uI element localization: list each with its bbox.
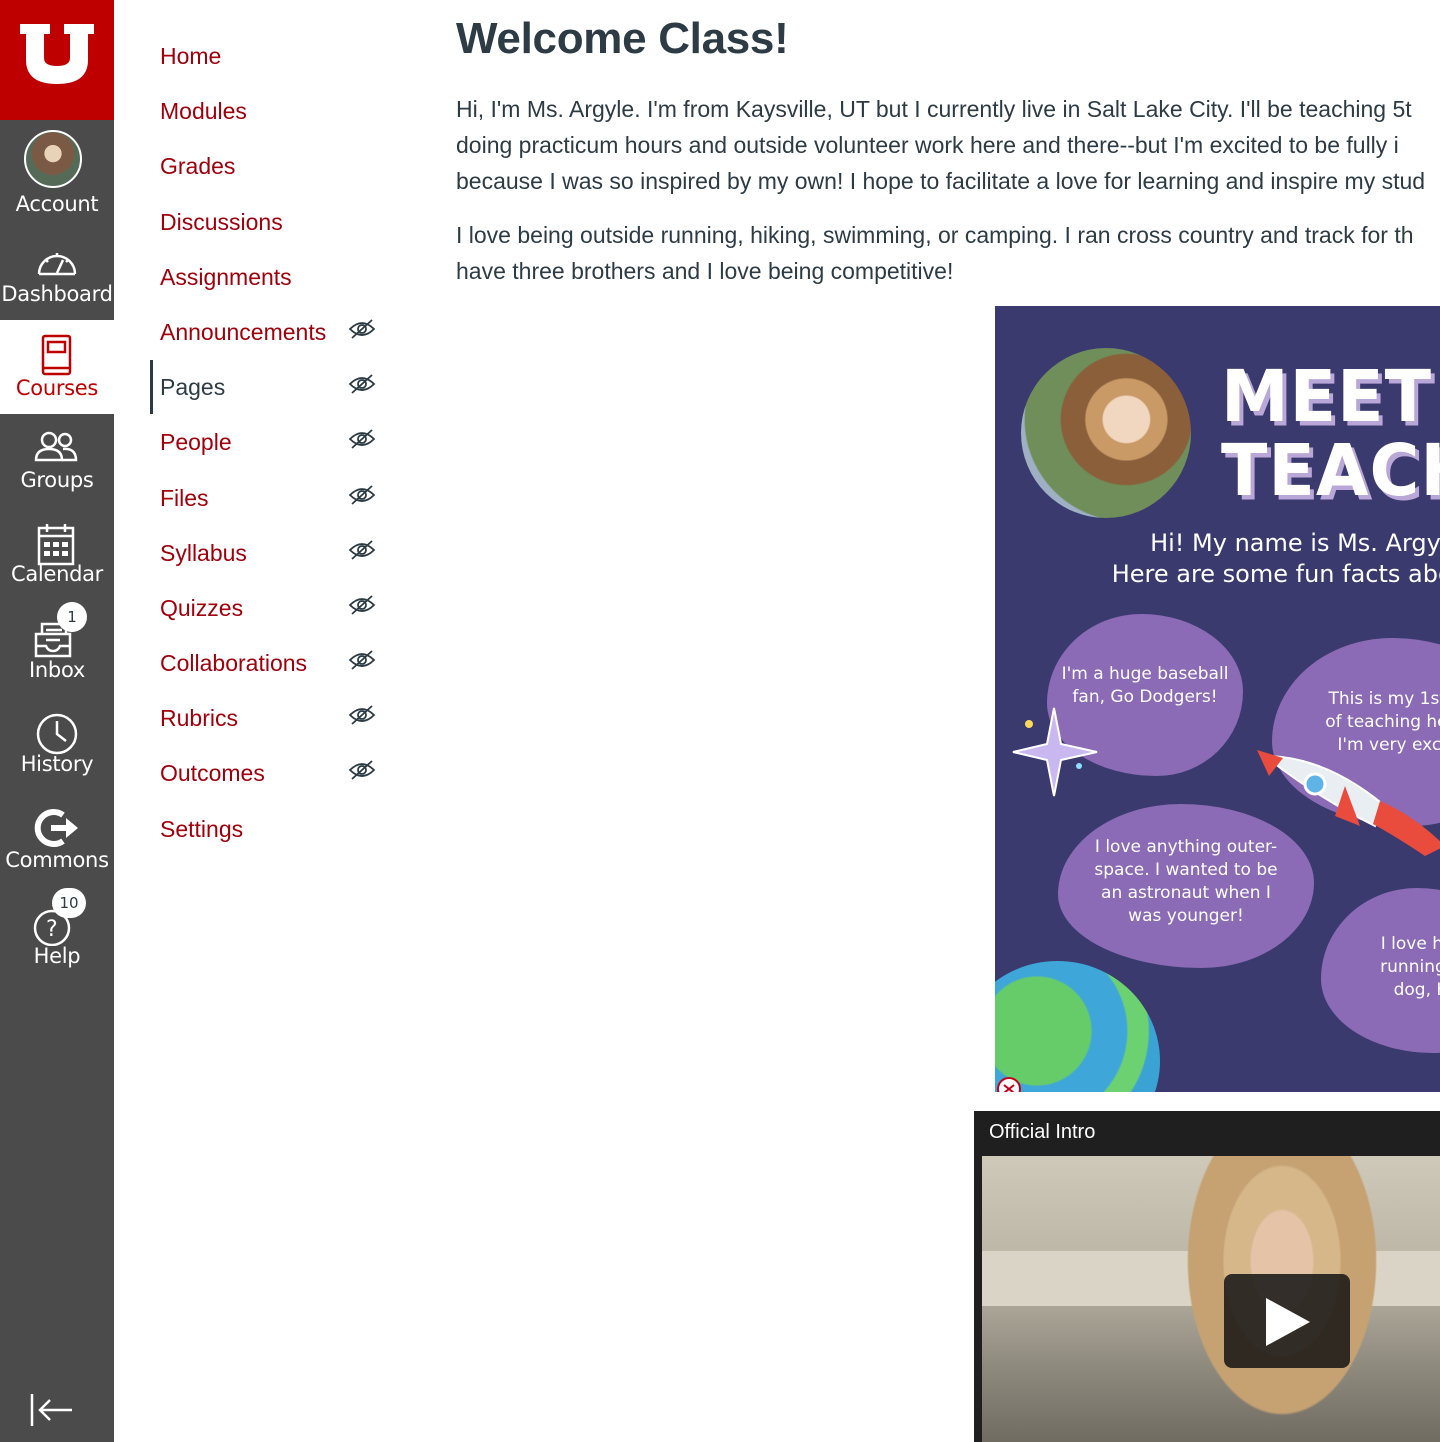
hidden-eye-icon	[348, 540, 376, 560]
gnav-commons[interactable]: Commons	[0, 792, 114, 886]
course-nav-grades[interactable]: Grades	[160, 153, 235, 180]
avatar	[24, 130, 82, 188]
gnav-inbox[interactable]: 1 Inbox	[0, 602, 114, 696]
play-icon	[1266, 1298, 1310, 1346]
svg-text:?: ?	[46, 917, 58, 942]
paragraph-line: I love being outside running, hiking, sw…	[456, 222, 1414, 248]
poster-title-line: MEET TH	[1221, 356, 1440, 439]
play-button[interactable]	[1224, 1274, 1350, 1368]
course-nav-modules[interactable]: Modules	[160, 98, 247, 125]
course-nav-quizzes[interactable]: Quizzes	[160, 595, 243, 622]
university-logo[interactable]	[0, 0, 114, 120]
hidden-eye-icon	[348, 595, 376, 615]
course-nav-settings[interactable]: Settings	[160, 816, 243, 843]
course-nav-collaborations[interactable]: Collaborations	[160, 650, 307, 677]
dashboard-icon	[37, 253, 77, 276]
gnav-groups[interactable]: Groups	[0, 414, 114, 508]
fact-line: This is my 1st y	[1328, 689, 1440, 709]
course-nav-syllabus[interactable]: Syllabus	[160, 540, 247, 567]
image-badge-icon	[997, 1077, 1021, 1092]
course-nav-discussions[interactable]: Discussions	[160, 209, 283, 236]
gnav-dashboard[interactable]: Dashboard	[0, 226, 114, 320]
fact-text: I'm a huge baseball fan, Go Dodgers!	[1047, 663, 1243, 709]
course-nav-pages[interactable]: Pages	[160, 374, 225, 401]
course-nav-assignments[interactable]: Assignments	[160, 264, 292, 291]
meet-the-teacher-poster: MEET TH TEACHE Hi! My name is Ms. Argyle…	[995, 306, 1440, 1092]
earth-illustration	[995, 961, 1160, 1092]
global-navigation: Account Dashboard Courses Groups Calenda…	[0, 0, 114, 1442]
page-content: Welcome Class! Hi, I'm Ms. Argyle. I'm f…	[456, 0, 1440, 1442]
gnav-label: Commons	[5, 848, 109, 872]
poster-intro-line: Hi! My name is Ms. Argyle.	[1150, 529, 1440, 557]
fact-text: I love hikir running wi dog, Ky	[1325, 933, 1440, 1002]
gnav-history[interactable]: History	[0, 698, 114, 792]
poster-title-line: TEACHE	[1221, 430, 1440, 513]
course-nav-people[interactable]: People	[160, 429, 232, 456]
hidden-eye-icon	[348, 374, 376, 394]
gnav-calendar[interactable]: Calendar	[0, 508, 114, 602]
gnav-label: Help	[33, 944, 81, 968]
star-icon	[1012, 707, 1098, 797]
page-title: Welcome Class!	[456, 14, 789, 63]
hidden-eye-icon	[348, 760, 376, 780]
groups-icon	[34, 431, 78, 462]
active-indicator	[150, 360, 153, 414]
hidden-eye-icon	[348, 429, 376, 449]
fact-line: I'm a huge baseball	[1061, 664, 1229, 684]
gnav-label: Inbox	[29, 658, 85, 682]
rocket-icon	[1257, 750, 1440, 856]
intro-paragraph: Hi, I'm Ms. Argyle. I'm from Kaysville, …	[456, 91, 1440, 199]
paragraph-line: Hi, I'm Ms. Argyle. I'm from Kaysville, …	[456, 96, 1412, 122]
hobbies-paragraph: I love being outside running, hiking, sw…	[456, 217, 1440, 289]
paragraph-line: because I was so inspired by my own! I h…	[456, 168, 1426, 194]
course-nav-files[interactable]: Files	[160, 485, 209, 512]
fact-line: running wi	[1380, 957, 1440, 977]
course-navigation: Home Modules Grades Discussions Assignme…	[114, 0, 404, 1442]
hidden-eye-icon	[348, 319, 376, 339]
gnav-label: Account	[15, 192, 99, 216]
intro-video-player[interactable]: Official Intro	[974, 1111, 1440, 1442]
teacher-photo	[1021, 348, 1191, 518]
course-nav-announcements[interactable]: Announcements	[160, 319, 326, 346]
paragraph-line: doing practicum hours and outside volunt…	[456, 132, 1399, 158]
inbox-badge: 1	[57, 602, 87, 632]
course-nav-home[interactable]: Home	[160, 43, 221, 70]
gnav-account[interactable]: Account	[0, 120, 114, 216]
gnav-courses[interactable]: Courses	[0, 320, 114, 414]
gnav-label: Groups	[20, 468, 94, 492]
u-logo-icon	[20, 24, 94, 84]
paragraph-line: have three brothers and I love being com…	[456, 258, 954, 284]
history-icon	[36, 713, 78, 755]
courses-icon	[41, 334, 72, 376]
commons-icon	[34, 809, 78, 847]
fact-line: was younger!	[1128, 906, 1244, 926]
hidden-eye-icon	[348, 485, 376, 505]
course-nav-rubrics[interactable]: Rubrics	[160, 705, 238, 732]
gnav-label: Dashboard	[1, 282, 113, 306]
fact-line: of teaching here	[1325, 712, 1440, 732]
video-title: Official Intro	[989, 1121, 1096, 1143]
course-nav-outcomes[interactable]: Outcomes	[160, 760, 265, 787]
gnav-label: Courses	[15, 376, 99, 400]
help-badge: 10	[52, 888, 86, 918]
hidden-eye-icon	[348, 705, 376, 725]
video-frame[interactable]	[982, 1156, 1440, 1442]
fact-line: an astronaut when I	[1101, 883, 1271, 903]
poster-intro-line: Here are some fun facts about m	[1111, 560, 1440, 588]
fact-line: I love hikir	[1380, 934, 1440, 954]
collapse-nav-icon[interactable]	[28, 1390, 78, 1430]
gnav-help[interactable]: ? 10 Help	[0, 888, 114, 982]
hidden-eye-icon	[348, 650, 376, 670]
gnav-label: History	[20, 752, 94, 776]
gnav-label: Calendar	[10, 562, 104, 586]
fact-line: dog, Ky	[1393, 980, 1440, 1000]
calendar-icon	[37, 524, 75, 566]
